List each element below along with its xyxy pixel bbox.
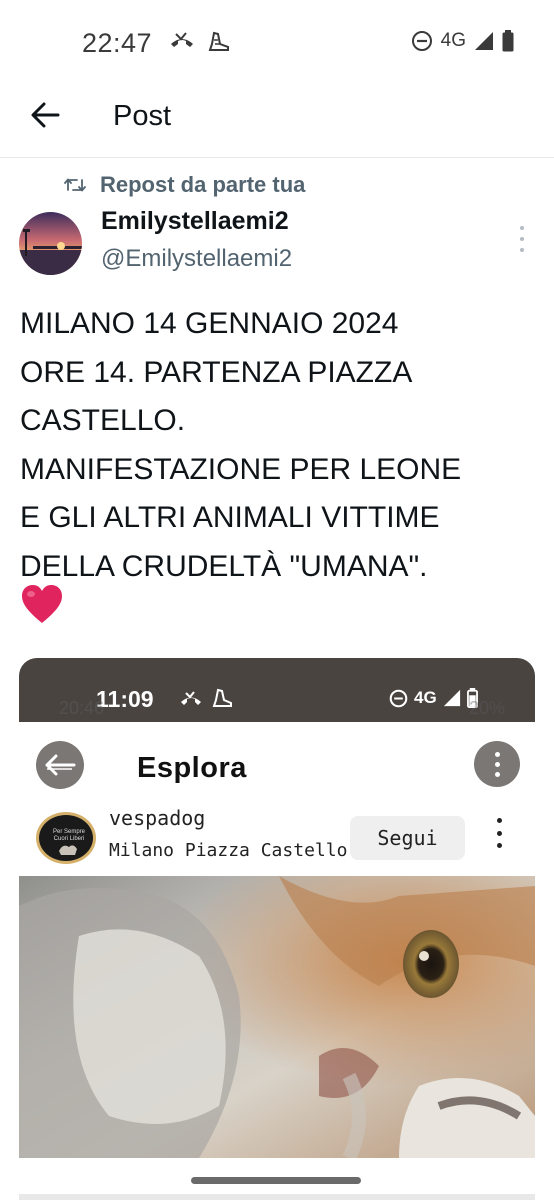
media-status-time: 11:09 bbox=[96, 686, 154, 712]
media-title: Esplora bbox=[137, 752, 247, 784]
repost-indicator: Repost da parte tua bbox=[64, 172, 305, 198]
status-bar: 22:47 4G bbox=[0, 0, 554, 80]
media-username: vespadog bbox=[109, 806, 206, 830]
media-shoe-icon bbox=[212, 688, 232, 707]
author-handle[interactable]: @Emilystellaemi2 bbox=[101, 245, 292, 273]
media-dots-icon bbox=[494, 818, 504, 848]
tweet-text: MILANO 14 GENNAIO 2024 ORE 14. PARTENZA … bbox=[20, 307, 462, 583]
dnd-icon bbox=[411, 31, 432, 51]
media-location: Milano Piazza Castello bbox=[109, 840, 348, 861]
gesture-bar[interactable] bbox=[191, 1177, 361, 1184]
status-time: 22:47 bbox=[82, 28, 153, 58]
repost-label: Repost da parte tua bbox=[100, 172, 306, 197]
media-missed-call-icon bbox=[181, 691, 201, 705]
signal-icon bbox=[475, 32, 493, 50]
media-more-icon bbox=[474, 741, 520, 787]
page-title: Post bbox=[113, 100, 172, 132]
media-follow-button: Segui bbox=[350, 816, 465, 860]
shoe-icon bbox=[208, 31, 229, 51]
repost-icon bbox=[64, 178, 86, 192]
media-network-label: 4G bbox=[414, 688, 437, 707]
heart-emoji bbox=[22, 585, 62, 623]
tweet-media[interactable]: 11:09 4G 20:46 20% Esplora Per Sempre Cu… bbox=[19, 658, 535, 1158]
kitten-photo bbox=[19, 876, 535, 1158]
more-options-icon[interactable] bbox=[512, 226, 532, 252]
battery-icon bbox=[502, 30, 514, 52]
back-arrow-icon[interactable] bbox=[28, 97, 64, 133]
media-signal-icon bbox=[443, 689, 460, 707]
media-ghost-time: 20:46 bbox=[59, 698, 105, 718]
media-back-icon bbox=[36, 741, 84, 789]
media-header: Esplora bbox=[19, 722, 535, 808]
network-label: 4G bbox=[440, 30, 466, 51]
media-status-bar: 11:09 4G 20:46 20% bbox=[19, 658, 535, 722]
media-dnd-icon bbox=[389, 689, 408, 707]
missed-call-icon bbox=[171, 32, 193, 47]
media-bottom-edge bbox=[19, 1194, 535, 1200]
author-avatar[interactable] bbox=[19, 212, 82, 275]
app-header: Post bbox=[0, 80, 554, 158]
author-name[interactable]: Emilystellaemi2 bbox=[101, 207, 289, 236]
media-avatar: Per Sempre Cuori Liberi bbox=[36, 812, 96, 864]
media-profile-row: Per Sempre Cuori Liberi vespadog Milano … bbox=[19, 806, 535, 876]
media-status-right: 4G bbox=[389, 688, 478, 708]
media-ghost-battery: 20% bbox=[468, 698, 505, 718]
